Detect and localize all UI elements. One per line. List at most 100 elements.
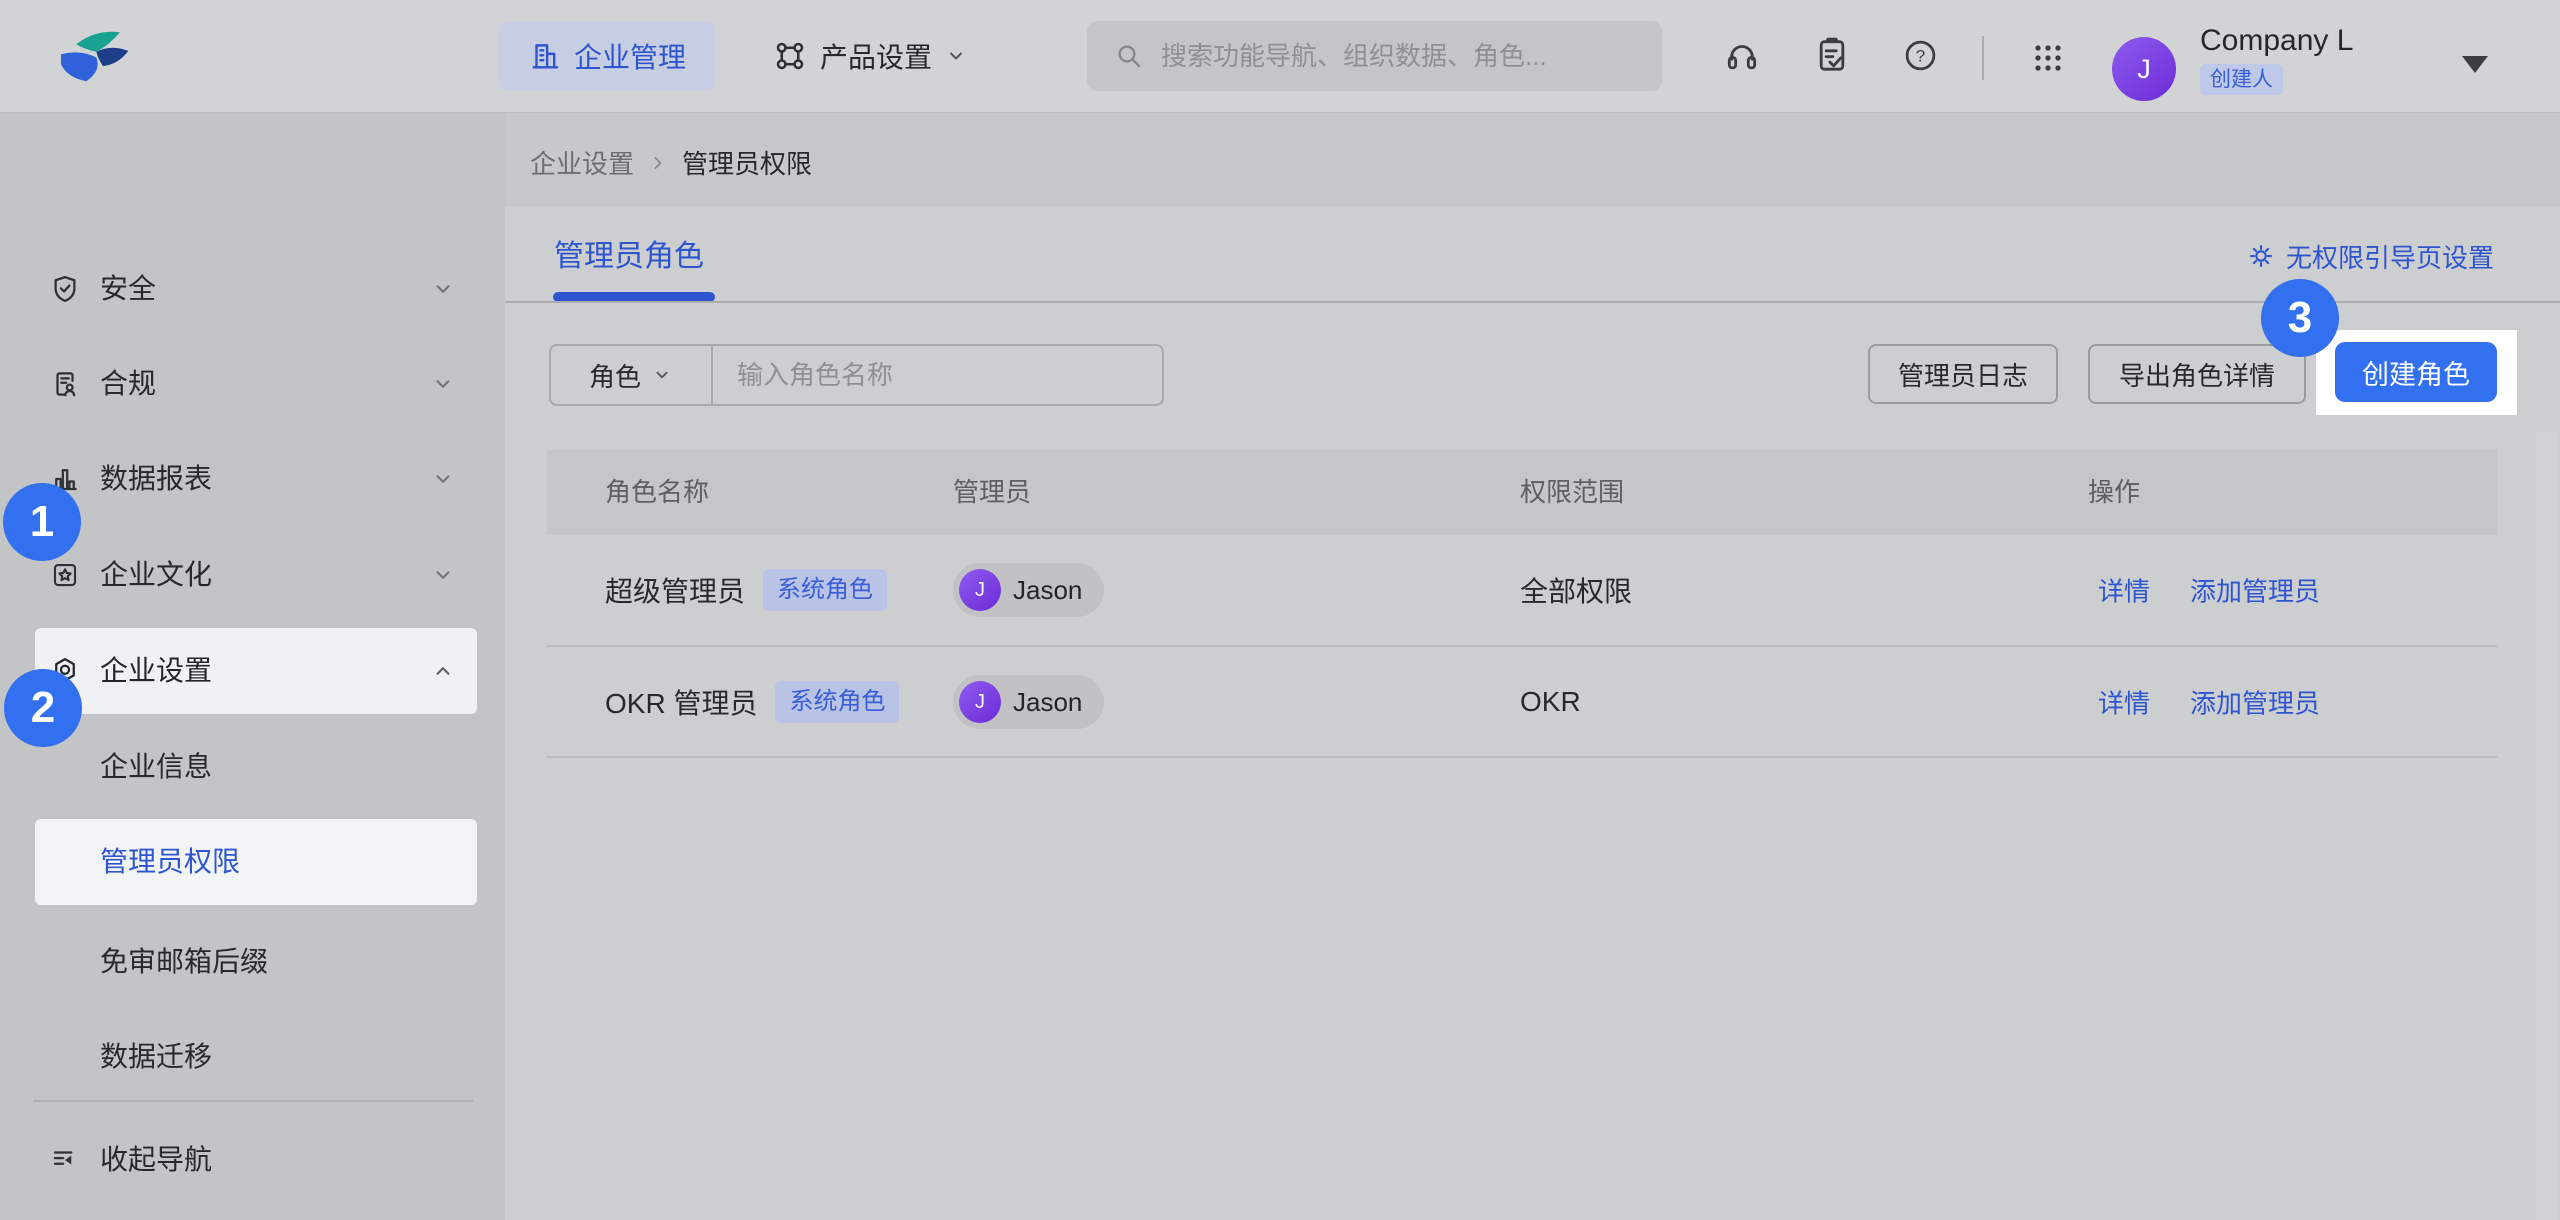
- svg-text:?: ?: [1916, 47, 1925, 66]
- sidebar-item-enterprise-info[interactable]: 企业信息: [0, 737, 505, 797]
- role-name-input[interactable]: [713, 348, 1162, 402]
- sidebar-item-admin-permissions[interactable]: 管理员权限: [35, 819, 477, 905]
- building-icon: [528, 39, 562, 73]
- headset-support-icon[interactable]: [1723, 37, 1761, 75]
- admin-chip[interactable]: J Jason: [953, 675, 1104, 729]
- creator-badge: 创建人: [2200, 64, 2283, 95]
- main-content: 企业设置 管理员权限 管理员角色 无权限引导页设置: [505, 112, 2560, 1220]
- nav-enterprise-admin-label: 企业管理: [574, 36, 686, 76]
- column-scope: 权限范围: [1520, 450, 1624, 535]
- account-avatar[interactable]: J: [2112, 37, 2176, 101]
- system-role-tag: 系统角色: [775, 681, 899, 723]
- role-filter: 角色: [549, 344, 1164, 406]
- scope-cell: OKR: [1520, 686, 1581, 718]
- nav-enterprise-admin[interactable]: 企业管理: [499, 21, 715, 91]
- admin-name: Jason: [1013, 575, 1082, 606]
- role-name: 超级管理员: [605, 570, 745, 610]
- sidebar-nav: 安全 合规: [0, 112, 505, 1220]
- actions-cell: 详情 添加管理员: [2098, 572, 2320, 609]
- chevron-down-icon: [430, 466, 456, 492]
- caret-down-icon[interactable]: [2462, 56, 2488, 73]
- chevron-up-icon: [430, 658, 456, 684]
- admin-chip[interactable]: J Jason: [953, 563, 1104, 617]
- breadcrumb-parent[interactable]: 企业设置: [530, 144, 634, 181]
- sidebar-item-email-suffix[interactable]: 免审邮箱后缀: [0, 932, 505, 992]
- system-role-tag: 系统角色: [763, 569, 887, 611]
- collapse-nav-label: 收起导航: [100, 1130, 212, 1190]
- sidebar-item-culture[interactable]: 企业文化: [0, 545, 505, 605]
- gear-icon: [2246, 241, 2276, 271]
- global-search: [1087, 21, 1662, 91]
- table-row: OKR 管理员 系统角色 J Jason OKR 详情 添加管理员: [547, 647, 2497, 757]
- no-permission-guide-link[interactable]: 无权限引导页设置: [2246, 234, 2494, 278]
- sidebar-item-security[interactable]: 安全: [0, 259, 505, 319]
- sidebar-subitem-label: 免审邮箱后缀: [100, 932, 268, 992]
- admin-console: 企业管理 产品设置: [0, 0, 2560, 1220]
- chevron-down-icon: [430, 276, 456, 302]
- actions-cell: 详情 添加管理员: [2098, 684, 2320, 721]
- add-admin-link[interactable]: 添加管理员: [2190, 572, 2320, 609]
- chevron-right-icon: [648, 153, 668, 173]
- breadcrumb: 企业设置 管理员权限: [530, 144, 812, 181]
- sidebar-item-reports[interactable]: 数据报表: [0, 449, 505, 509]
- role-name: OKR 管理员: [605, 682, 757, 722]
- step-badge-2: 2: [4, 669, 82, 747]
- filter-field-select[interactable]: 角色: [551, 346, 711, 404]
- create-role-button[interactable]: 创建角色: [2335, 342, 2497, 402]
- tab-admin-roles[interactable]: 管理员角色: [554, 231, 704, 275]
- sidebar-item-data-migration[interactable]: 数据迁移: [0, 1027, 505, 1087]
- detail-link[interactable]: 详情: [2098, 684, 2150, 721]
- help-icon[interactable]: ?: [1901, 36, 1940, 75]
- column-admins: 管理员: [953, 450, 1031, 535]
- role-name-cell: OKR 管理员 系统角色: [605, 681, 899, 723]
- export-role-details-button[interactable]: 导出角色详情: [2088, 344, 2306, 404]
- sidebar-item-label: 企业设置: [100, 628, 212, 714]
- shield-check-icon: [50, 274, 80, 304]
- tabs-divider: [505, 301, 2560, 303]
- sidebar-item-label: 安全: [100, 259, 156, 319]
- column-actions: 操作: [2088, 450, 2140, 535]
- collapse-nav-icon: [50, 1145, 80, 1175]
- header-divider: [1982, 36, 1984, 80]
- no-permission-guide-label: 无权限引导页设置: [2286, 238, 2494, 275]
- scrollbar-track[interactable]: [2536, 432, 2558, 1220]
- top-header: 企业管理 产品设置: [0, 0, 2560, 113]
- table-header: 角色名称 管理员 权限范围 操作: [547, 450, 2497, 535]
- collapse-nav-button[interactable]: 收起导航: [0, 1130, 505, 1190]
- role-name-cell: 超级管理员 系统角色: [605, 569, 887, 611]
- add-admin-link[interactable]: 添加管理员: [2190, 684, 2320, 721]
- apps-icon: [772, 38, 808, 74]
- admin-avatar: J: [959, 681, 1001, 723]
- sidebar-subitem-label: 数据迁移: [100, 1027, 212, 1087]
- apps-grid-icon[interactable]: [2028, 38, 2068, 78]
- chevron-down-icon: [944, 44, 968, 68]
- admin-roles-panel: 管理员角色 无权限引导页设置 角色: [505, 207, 2560, 1220]
- document-user-icon: [50, 369, 80, 399]
- chevron-down-icon: [430, 562, 456, 588]
- sidebar-item-enterprise-settings[interactable]: 企业设置: [35, 628, 477, 714]
- search-input[interactable]: [1159, 25, 1662, 87]
- chevron-down-icon: [651, 364, 673, 386]
- sidebar-item-label: 数据报表: [100, 449, 212, 509]
- admin-name: Jason: [1013, 687, 1082, 718]
- sidebar-item-label: 企业文化: [100, 545, 212, 605]
- admin-log-button[interactable]: 管理员日志: [1868, 344, 2058, 404]
- nav-product-settings-label: 产品设置: [820, 36, 932, 76]
- search-icon: [1113, 40, 1145, 72]
- sidebar-divider: [33, 1100, 473, 1102]
- avatar-initial: J: [2137, 54, 2151, 85]
- row-divider: [547, 756, 2497, 758]
- clipboard-check-icon[interactable]: [1812, 35, 1852, 75]
- column-role-name: 角色名称: [605, 450, 709, 535]
- sidebar-item-compliance[interactable]: 合规: [0, 354, 505, 414]
- sidebar-item-label: 合规: [100, 354, 156, 414]
- company-name: Company L: [2200, 24, 2353, 58]
- sidebar-subitem-label: 管理员权限: [100, 819, 240, 905]
- star-card-icon: [50, 560, 80, 590]
- nav-product-settings[interactable]: 产品设置: [772, 21, 968, 91]
- admin-avatar: J: [959, 569, 1001, 611]
- detail-link[interactable]: 详情: [2098, 572, 2150, 609]
- step-badge-1: 1: [3, 483, 81, 561]
- breadcrumb-current: 管理员权限: [682, 144, 812, 181]
- step-badge-3: 3: [2261, 279, 2339, 357]
